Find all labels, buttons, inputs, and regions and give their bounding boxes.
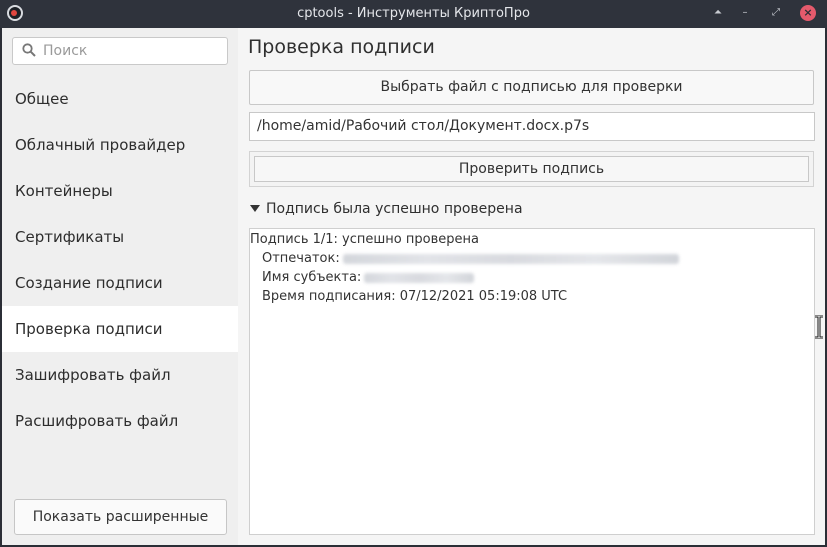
subject-value-redacted [364,272,475,283]
main-panel: Проверка подписи Выбрать файл с подписью… [238,28,825,545]
result-summary: Подпись 1/1: успешно проверена [250,232,479,247]
text-cursor-icon [815,315,823,339]
result-text-area[interactable]: Подпись 1/1: успешно проверена Отпечаток… [249,228,815,535]
signing-time: Время подписания: 07/12/2021 05:19:08 UT… [262,289,568,304]
expander-arrow-icon [250,204,260,212]
title-bar: cptools - Инструменты КриптоПро ⏶ – ⤢ × [0,0,827,28]
sidebar-item-encrypt-file[interactable]: Зашифровать файл [2,352,238,398]
sidebar-item-general[interactable]: Общее [2,76,238,122]
app-window: Общее Облачный провайдер Контейнеры Серт… [2,28,825,545]
thumbprint-label: Отпечаток: [262,251,340,266]
sidebar-item-certificates[interactable]: Сертификаты [2,214,238,260]
verify-signature-button[interactable]: Проверить подпись [254,156,809,182]
show-advanced-button[interactable]: Показать расширенные [14,499,227,535]
thumbprint-row: Отпечаток: [262,250,679,268]
verify-button-frame: Проверить подпись [249,151,814,187]
maximize-icon[interactable]: ⤢ [769,6,783,20]
sidebar-item-containers[interactable]: Контейнеры [2,168,238,214]
sidebar-item-cloud-provider[interactable]: Облачный провайдер [2,122,238,168]
sidebar-item-decrypt-file[interactable]: Расшифровать файл [2,398,238,444]
result-header: Подпись была успешно проверена [266,201,523,217]
sidebar: Общее Облачный провайдер Контейнеры Серт… [2,28,238,545]
result-expander[interactable]: Подпись была успешно проверена [250,199,523,219]
subject-row: Имя субъекта: [262,269,475,287]
sidebar-item-verify-signature[interactable]: Проверка подписи [2,306,238,352]
subject-label: Имя субъекта: [262,270,362,285]
minimize-icon[interactable]: – [738,6,752,20]
window-title: cptools - Инструменты КриптоПро [297,6,530,21]
search-icon [22,43,36,57]
file-path-field[interactable]: /home/amid/Рабочий стол/Документ.docx.p7… [249,112,815,141]
close-icon[interactable]: × [800,5,816,21]
shade-window-icon[interactable]: ⏶ [711,6,725,20]
search-box[interactable] [12,37,228,65]
thumbprint-value-redacted [342,253,679,264]
sidebar-item-create-signature[interactable]: Создание подписи [2,260,238,306]
page-title: Проверка подписи [248,36,435,58]
search-input[interactable] [43,42,221,60]
select-file-button[interactable]: Выбрать файл с подписью для проверки [249,70,814,105]
